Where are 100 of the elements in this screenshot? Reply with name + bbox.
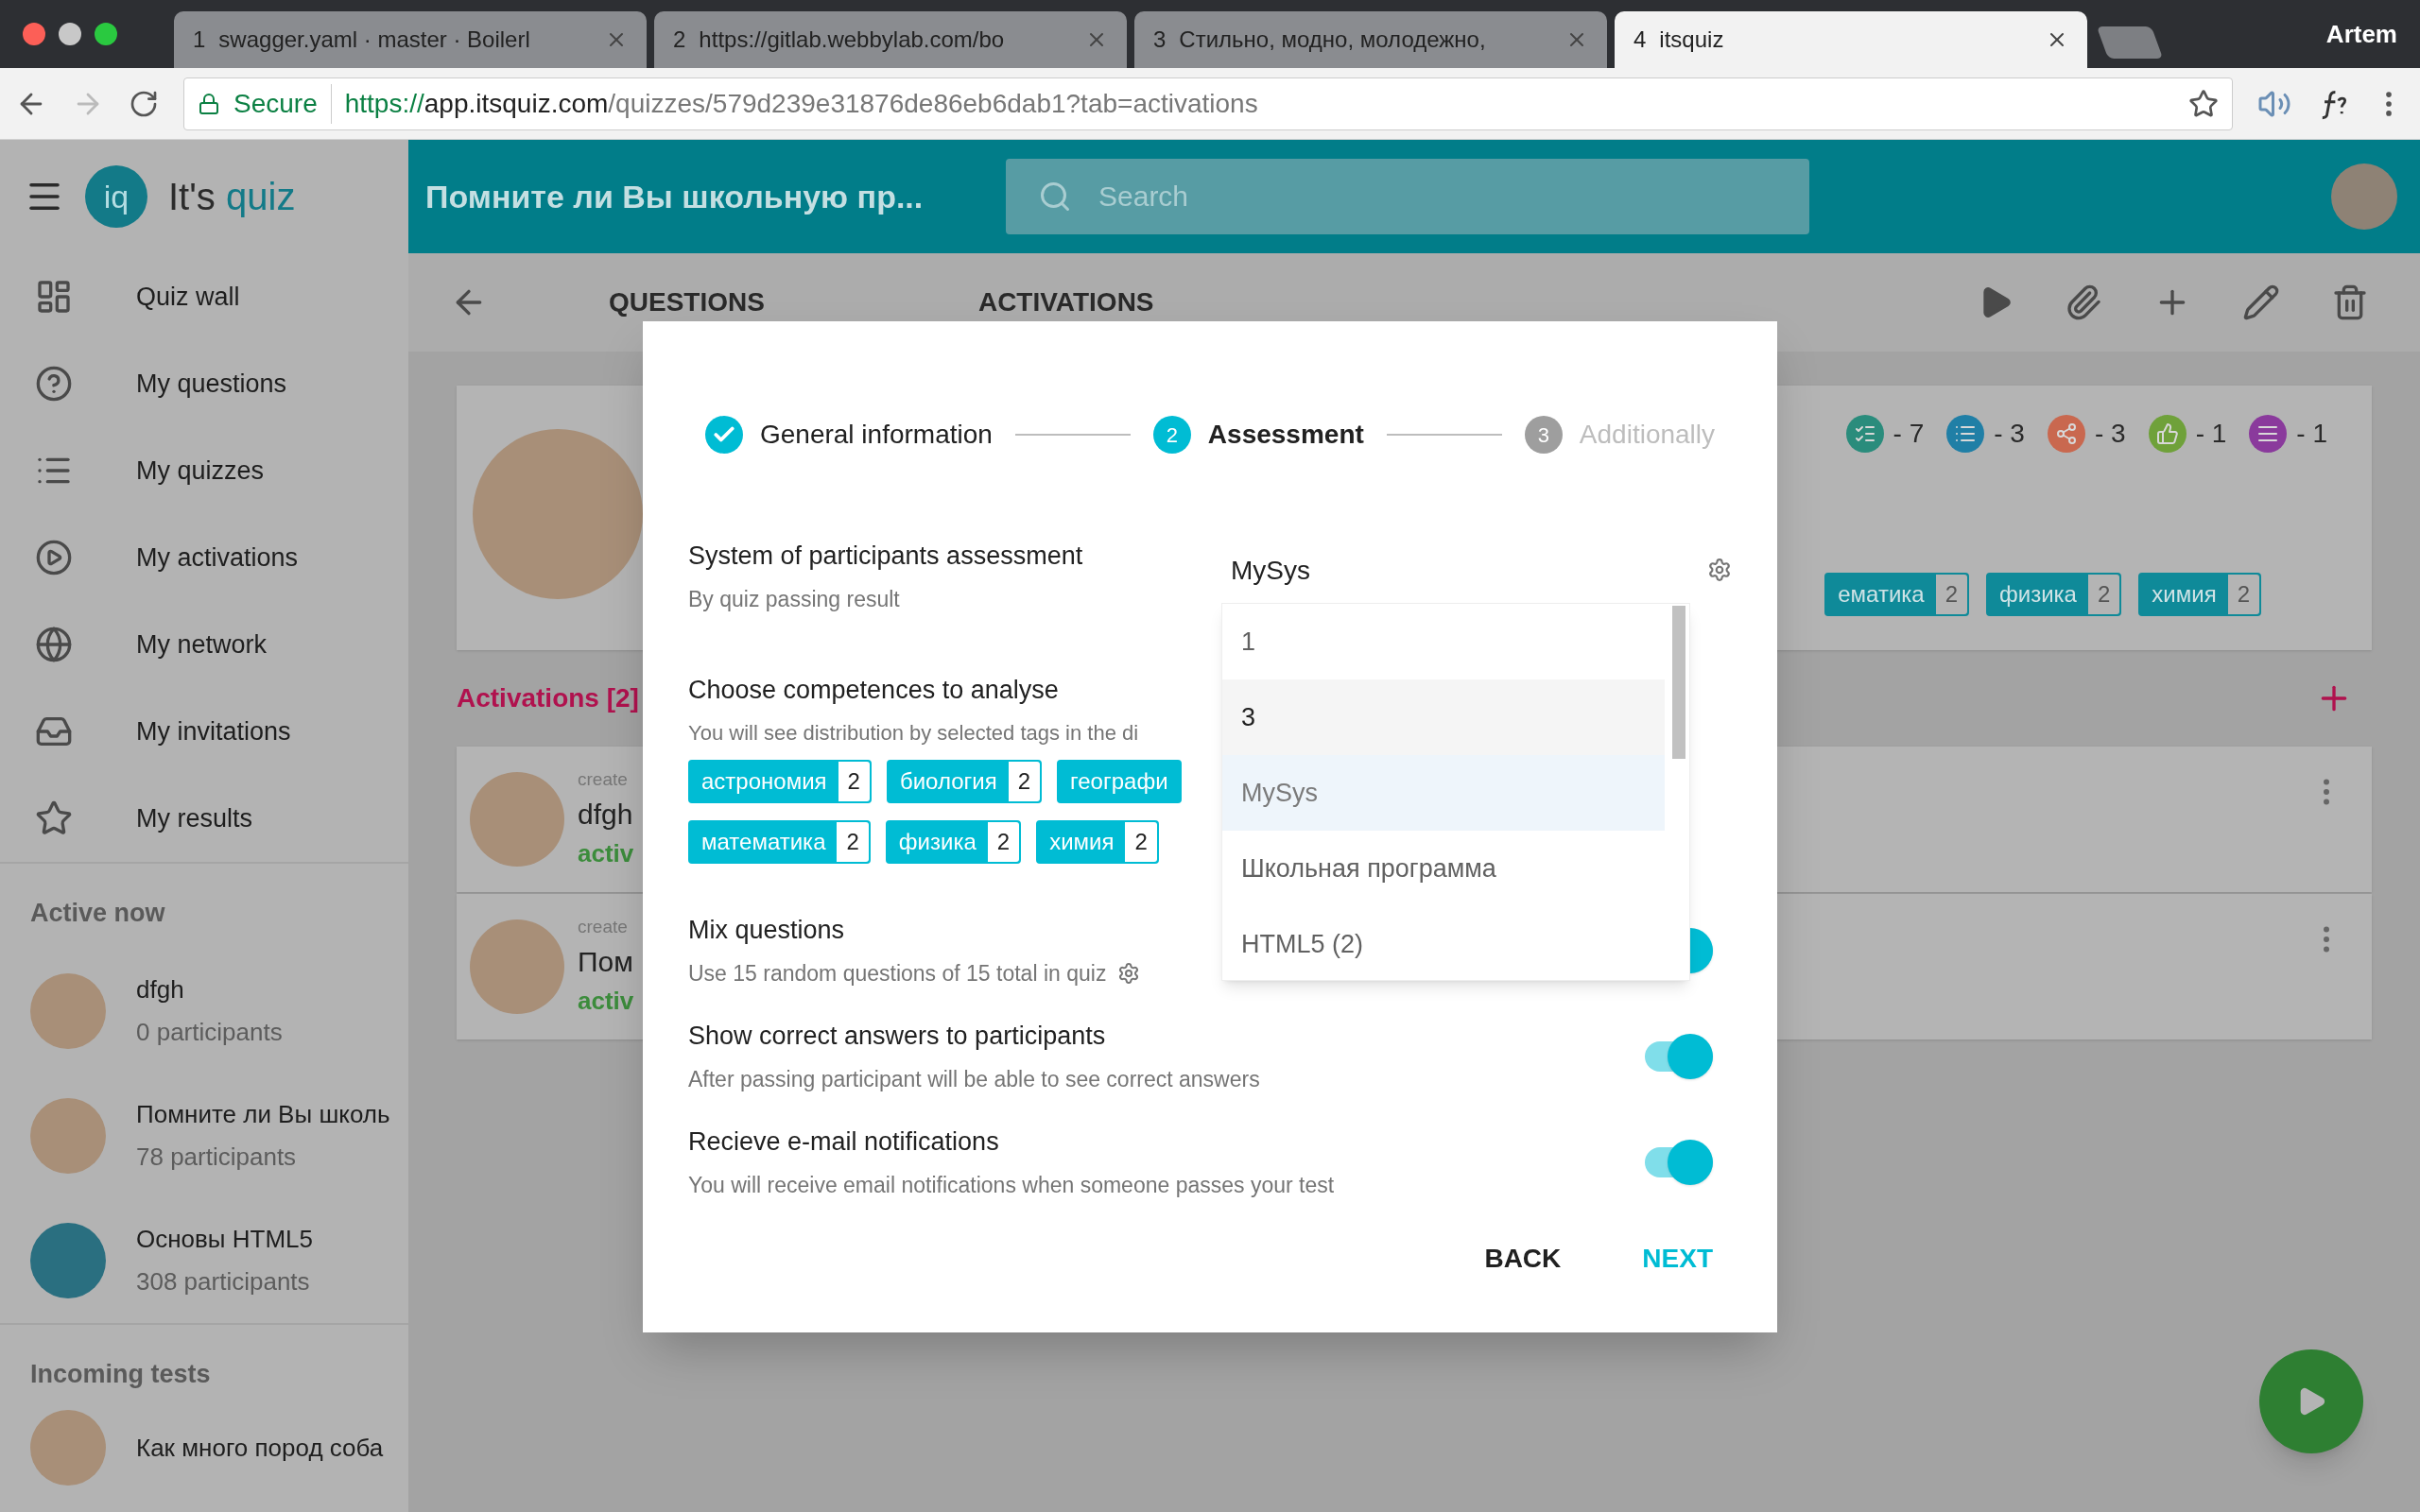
tag-label: астрономия xyxy=(700,766,828,796)
tag-chip[interactable]: математика 2 xyxy=(688,819,871,864)
star-icon xyxy=(35,799,73,837)
activation-item[interactable]: dfgh 0 participants xyxy=(0,949,408,1074)
url-text: https://app.itsquiz.com/quizzes/579d239e31876de86eb6dab1?tab=activations xyxy=(344,87,1259,120)
settings-icon[interactable] xyxy=(1707,558,1732,582)
sidebar-item[interactable]: My network xyxy=(0,601,408,688)
setting-title: Choose competences to analyse xyxy=(688,675,1059,706)
tag-count: 2 xyxy=(837,821,869,862)
created-label: create xyxy=(578,915,629,938)
setting-subtitle: After passing participant will be able to see correct answers xyxy=(688,1065,1260,1093)
section-tab[interactable]: ACTIVATIONS xyxy=(977,283,1154,322)
search-field[interactable]: Search xyxy=(1006,159,1809,234)
activation-item[interactable]: Как много пород соба xyxy=(0,1410,408,1486)
setting-subtitle: Use 15 random questions of 15 total in quiz xyxy=(688,959,1107,988)
browser-tab[interactable]: 3 Стильно, модно, молодежно, xyxy=(1134,11,1607,68)
stat-count: - 7 xyxy=(1893,418,1925,450)
window-zoom-button[interactable] xyxy=(95,23,117,45)
section-title: Incoming tests xyxy=(29,1358,212,1390)
setting-title: System of participants assessment xyxy=(688,541,1083,572)
tab-number: 2 xyxy=(673,26,686,54)
lock-icon xyxy=(198,92,220,115)
activation-title: dfgh xyxy=(136,974,185,1005)
tag-label: физика xyxy=(1998,580,2078,609)
activation-title: Основы HTML5 xyxy=(136,1224,313,1255)
tag-chip[interactable]: биология 2 xyxy=(886,759,1042,803)
activation-title: Как много пород соба xyxy=(136,1432,384,1464)
activation-title: dfgh xyxy=(578,798,634,833)
tag-chip[interactable]: физика 2 xyxy=(885,819,1022,864)
dashboard-icon xyxy=(35,278,73,316)
step-number: 3 xyxy=(1524,416,1563,454)
logo-mark: iq xyxy=(85,165,147,228)
bookmark-icon[interactable] xyxy=(2188,88,2219,119)
setting-subtitle: By quiz passing result xyxy=(688,585,900,613)
sidebar-item[interactable]: My results xyxy=(0,775,408,862)
paperclip-icon[interactable] xyxy=(2065,284,2102,321)
tab-title: https://gitlab.webbylab.com/bo xyxy=(699,26,1006,54)
step-number: 2 xyxy=(1152,416,1191,454)
tag-label: ематика xyxy=(1837,580,1926,609)
tab-title: itsquiz xyxy=(1659,26,1725,54)
participant-count: 0 participants xyxy=(136,1017,283,1048)
step-label: Assessment xyxy=(1207,419,1364,451)
quiz-title: Помните ли Вы школьную пр... xyxy=(425,177,925,216)
setting-subtitle: You will see distribution by selected tags in the di xyxy=(688,719,1139,747)
stat-count: - 1 xyxy=(2195,418,2227,450)
sidebar-item[interactable]: My quizzes xyxy=(0,427,408,514)
sidebar-item[interactable]: Quiz wall xyxy=(0,253,408,340)
stat-count: - 3 xyxy=(1994,418,2025,450)
help-icon xyxy=(35,365,73,403)
tag-chip[interactable]: химия 2 xyxy=(1036,819,1159,864)
tag-label: математика xyxy=(700,827,827,856)
tag-count: 2 xyxy=(987,821,1020,862)
tab-title: Стильно, модно, молодежно, xyxy=(1179,26,1487,54)
sidebar-item[interactable]: My activations xyxy=(0,514,408,601)
window-minimize-button[interactable] xyxy=(59,23,81,45)
toggle-switch[interactable] xyxy=(1645,1033,1713,1079)
window-close-button[interactable] xyxy=(23,23,45,45)
participant-count: 78 participants xyxy=(136,1142,298,1173)
play-icon xyxy=(35,539,73,576)
stat-count: - 3 xyxy=(2094,418,2126,450)
created-label: create xyxy=(578,767,629,791)
activations-heading: Activations [2] xyxy=(457,682,639,714)
tag-chip[interactable]: химия 2 xyxy=(2138,573,2261,616)
setting-title: Recieve e-mail notifications xyxy=(688,1126,999,1158)
tab-number: 4 xyxy=(1634,26,1647,54)
setting-subtitle: You will receive email notifications when someone passes your test xyxy=(688,1171,1335,1199)
tag-count: 2 xyxy=(1008,761,1040,801)
browser-tab[interactable]: 4 itsquiz xyxy=(1615,11,2087,68)
activation-item[interactable]: Помните ли Вы школь 78 participants xyxy=(0,1074,408,1198)
browser-tab[interactable]: 1 swagger.yaml · master · Boilerl xyxy=(174,11,647,68)
back-button[interactable]: BACK xyxy=(1458,1228,1588,1289)
activation-item[interactable]: Основы HTML5 308 participants xyxy=(0,1198,408,1323)
scrollbar-thumb[interactable] xyxy=(1672,606,1685,759)
browser-tab[interactable]: 2 https://gitlab.webbylab.com/bo xyxy=(654,11,1127,68)
edit-icon[interactable] xyxy=(2242,284,2280,321)
tag-chip[interactable]: астрономия 2 xyxy=(688,759,872,803)
toggle-switch[interactable] xyxy=(1645,1139,1713,1185)
globe-icon xyxy=(35,626,73,663)
address-field[interactable]: Secure https://app.itsquiz.com/quizzes/579d239e31876de86eb6dab1?tab=activations xyxy=(183,77,2233,130)
sidebar-item[interactable]: My questions xyxy=(0,340,408,427)
sidebar-item[interactable]: My invitations xyxy=(0,688,408,775)
tag-count: 2 xyxy=(2227,575,2259,614)
select-field[interactable]: MySys xyxy=(1221,541,1688,601)
dropdown-option[interactable]: HTML5 (2) xyxy=(1222,906,1665,980)
activation-title: Пом xyxy=(578,945,634,980)
option-label: 3 xyxy=(1241,701,1256,733)
tag-label: химия xyxy=(2151,580,2218,609)
dropdown-option[interactable]: 1 xyxy=(1222,604,1665,679)
participant-count: 308 participants xyxy=(136,1266,311,1297)
tab-number: 3 xyxy=(1153,26,1167,54)
activation-status: activ xyxy=(578,838,634,870)
profile-name[interactable]: Artem xyxy=(2325,15,2397,53)
section-tab[interactable]: QUESTIONS xyxy=(609,283,765,322)
dropdown-option[interactable]: MySys xyxy=(1222,755,1665,831)
option-label: MySys xyxy=(1241,777,1318,809)
dropdown-option[interactable]: 3 xyxy=(1222,679,1665,755)
tag-chip[interactable]: ематика 2 xyxy=(1824,573,1970,616)
tag-chip[interactable]: физика 2 xyxy=(1986,573,2122,616)
settings-icon[interactable] xyxy=(1117,961,1141,985)
tab-number: 1 xyxy=(193,26,206,54)
